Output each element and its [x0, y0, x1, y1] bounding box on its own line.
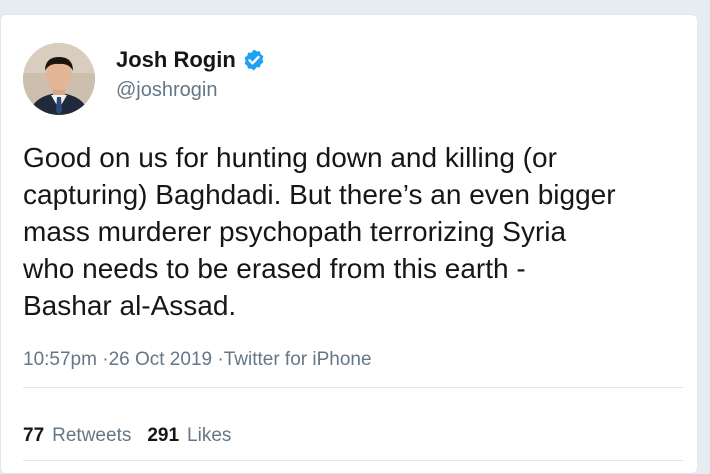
avatar-image [23, 43, 95, 115]
retweets-count[interactable]: 77 [23, 425, 44, 447]
likes-count[interactable]: 291 [147, 425, 179, 447]
divider [23, 460, 683, 461]
divider [23, 387, 683, 388]
avatar[interactable] [23, 43, 95, 115]
tweet-date[interactable]: 26 Oct 2019 [97, 349, 212, 370]
author-name-row: Josh Rogin [116, 47, 266, 73]
tweet-text: Good on us for hunting down and killing … [23, 142, 616, 321]
tweet-source[interactable]: Twitter for iPhone [212, 349, 371, 370]
display-name[interactable]: Josh Rogin [116, 47, 236, 73]
verified-badge-icon [244, 49, 264, 71]
tweet-time[interactable]: 10:57pm [23, 349, 97, 370]
tweet-metadata: 10:57pm26 Oct 2019Twitter for iPhone [23, 349, 372, 371]
tweet-card: Josh Rogin @joshrogin Good on us for hun… [0, 14, 698, 474]
user-handle[interactable]: @joshrogin [116, 79, 217, 102]
retweets-label[interactable]: Retweets [52, 425, 131, 447]
likes-label[interactable]: Likes [187, 425, 231, 447]
engagement-stats: 77 Retweets 291 Likes [23, 425, 247, 447]
